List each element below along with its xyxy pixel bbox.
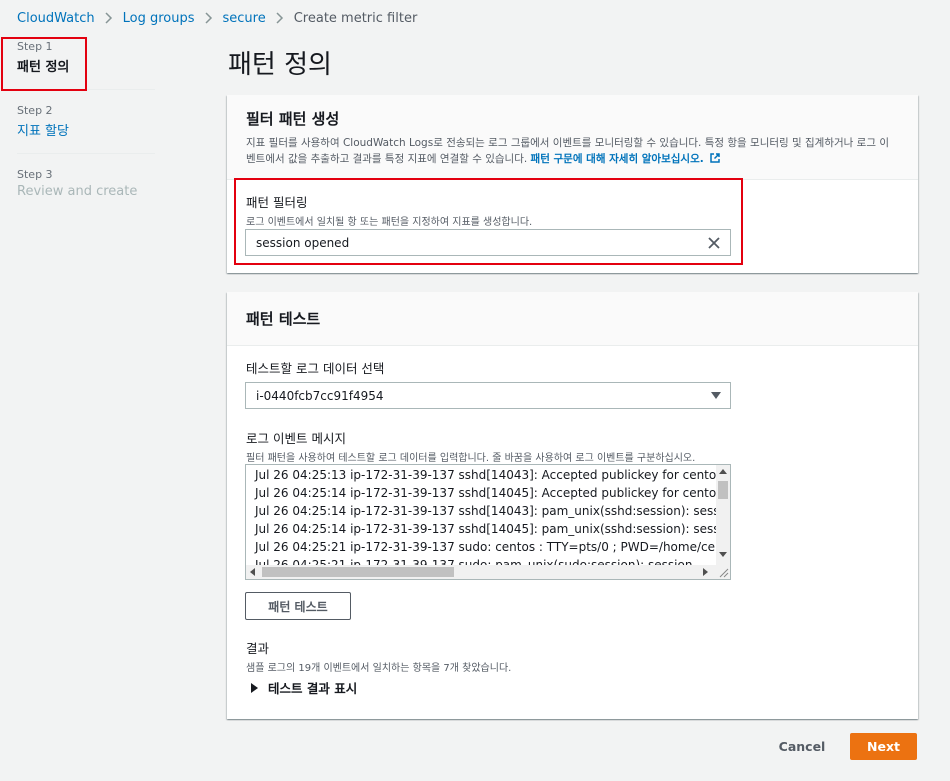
log-messages-field: 로그 이벤트 메시지 필터 패턴을 사용하여 테스트할 로그 데이터를 입력합니… <box>246 428 695 464</box>
result-field: 결과 샘플 로그의 19개 이벤트에서 일치하는 항목을 7개 찾았습니다. <box>246 638 511 674</box>
filter-pattern-input[interactable]: session opened <box>245 229 731 256</box>
step-title-define-pattern: 패턴 정의 <box>17 60 70 75</box>
wizard-step-2: Step 2 지표 할당 <box>17 104 155 154</box>
step-title-assign-metric[interactable]: 지표 할당 <box>17 120 155 139</box>
step-number: Step 2 <box>17 104 53 117</box>
scroll-down-icon[interactable] <box>719 552 727 557</box>
breadcrumb: CloudWatch Log groups secure Create metr… <box>17 8 417 28</box>
wizard-step-1: Step 1 패턴 정의 <box>17 40 155 90</box>
log-line: Jul 26 04:25:13 ip-172-31-39-137 sshd[14… <box>255 468 716 482</box>
caret-down-icon <box>711 392 721 399</box>
scroll-up-icon[interactable] <box>719 469 727 474</box>
log-line: Jul 26 04:25:14 ip-172-31-39-137 sshd[14… <box>255 486 716 500</box>
breadcrumb-cloudwatch[interactable]: CloudWatch <box>17 11 95 26</box>
cancel-button[interactable]: Cancel <box>773 733 831 760</box>
field-description: 필터 패턴을 사용하여 테스트할 로그 데이터를 입력합니다. 줄 바꿈을 사용… <box>246 453 696 464</box>
breadcrumb-secure[interactable]: secure <box>223 11 266 26</box>
resize-handle-icon[interactable] <box>716 565 730 579</box>
panel-header: 패턴 테스트 <box>227 292 918 346</box>
panel-title: 필터 패턴 생성 <box>246 110 340 128</box>
wizard-step-3: Step 3 Review and create <box>17 168 155 213</box>
panel-title: 패턴 테스트 <box>246 310 321 328</box>
log-messages-textarea[interactable]: Jul 26 04:25:13 ip-172-31-39-137 sshd[14… <box>245 464 731 580</box>
toggle-label: 테스트 결과 표시 <box>268 681 358 696</box>
test-pattern-panel: 패턴 테스트 테스트할 로그 데이터 선택 i-0440fcb7cc91f495… <box>227 292 918 719</box>
field-description: 로그 이벤트에서 일치될 항 또는 패턴을 지정하여 지표를 생성합니다. <box>246 217 533 228</box>
panel-header: 필터 패턴 생성 지표 필터를 사용하여 CloudWatch Logs로 전송… <box>227 95 918 180</box>
scrollbar-thumb[interactable] <box>262 567 454 577</box>
chevron-right-icon <box>105 12 113 24</box>
scroll-right-icon[interactable] <box>703 568 708 576</box>
scrollbar-thumb[interactable] <box>718 481 728 499</box>
breadcrumb-current: Create metric filter <box>293 10 418 26</box>
breadcrumb-log-groups[interactable]: Log groups <box>123 11 195 26</box>
log-line: Jul 26 04:25:21 ip-172-31-39-137 sudo: c… <box>255 540 716 554</box>
chevron-right-icon <box>204 12 213 24</box>
external-link-icon <box>710 152 720 168</box>
clear-icon[interactable] <box>706 235 722 251</box>
scroll-left-icon[interactable] <box>250 568 255 576</box>
step-title-review: Review and create <box>17 184 138 199</box>
field-label: 패턴 필터링 <box>246 195 308 210</box>
filter-field-group: 패턴 필터링 로그 이벤트에서 일치될 항 또는 패턴을 지정하여 지표를 생성… <box>246 192 532 228</box>
log-line: Jul 26 04:25:14 ip-172-31-39-137 sshd[14… <box>255 522 716 536</box>
vertical-scrollbar[interactable] <box>716 465 730 565</box>
step-number: Step 1 <box>17 40 53 53</box>
learn-more-link[interactable]: 패턴 구문에 대해 자세히 알아보십시오. <box>531 153 704 165</box>
filter-pattern-panel: 필터 패턴 생성 지표 필터를 사용하여 CloudWatch Logs로 전송… <box>227 95 918 273</box>
field-label: 로그 이벤트 메시지 <box>246 431 346 446</box>
chevron-right-icon <box>276 12 284 24</box>
step-number: Step 3 <box>17 168 53 181</box>
caret-right-icon <box>251 682 258 693</box>
log-line: Jul 26 04:25:14 ip-172-31-39-137 sshd[14… <box>255 504 716 518</box>
result-label: 결과 <box>246 641 270 656</box>
show-test-results-toggle[interactable]: 테스트 결과 표시 <box>251 678 357 697</box>
horizontal-scrollbar[interactable] <box>246 565 716 579</box>
wizard-navigation: Step 1 패턴 정의 Step 2 지표 할당 Step 3 Review … <box>17 40 155 227</box>
log-data-select[interactable]: i-0440fcb7cc91f4954 <box>245 382 731 409</box>
panel-description: 지표 필터를 사용하여 CloudWatch Logs로 전송되는 로그 그룹에… <box>246 135 898 168</box>
select-value: i-0440fcb7cc91f4954 <box>256 388 384 403</box>
log-lines: Jul 26 04:25:13 ip-172-31-39-137 sshd[14… <box>246 465 716 574</box>
result-description: 샘플 로그의 19개 이벤트에서 일치하는 항목을 7개 찾았습니다. <box>246 663 512 674</box>
page-title: 패턴 정의 <box>228 50 332 80</box>
select-log-data-label: 테스트할 로그 데이터 선택 <box>246 361 385 376</box>
test-pattern-button[interactable]: 패턴 테스트 <box>245 592 351 620</box>
next-button[interactable]: Next <box>850 733 917 760</box>
input-value: session opened <box>256 235 350 250</box>
